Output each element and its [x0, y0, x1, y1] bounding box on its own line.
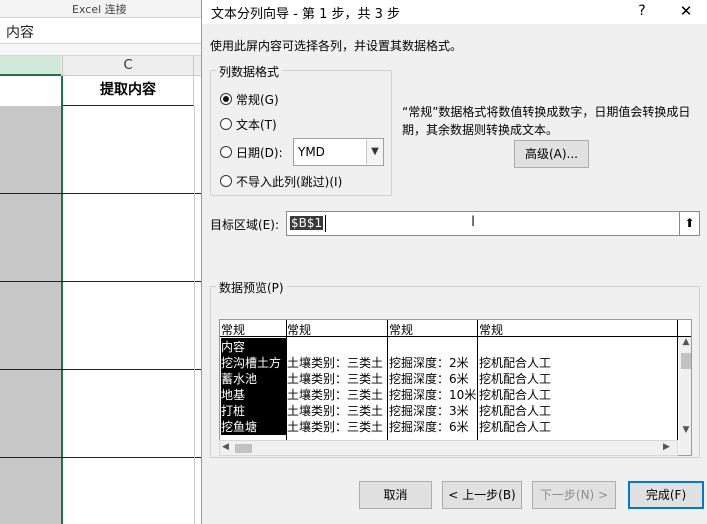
preview-cell: 内容 [221, 338, 286, 355]
radio-general-circle[interactable] [220, 93, 232, 105]
dialog-description: 使用此屏内容可选择各列，并设置其数据格式。 [210, 39, 463, 53]
target-area-value: $B$1 [290, 216, 324, 230]
preview-cell: 挖机配合人工 [479, 356, 552, 370]
radio-general[interactable]: 常规(G) [220, 90, 279, 108]
date-format-value: YMD [298, 145, 325, 159]
cell-b1[interactable] [0, 76, 61, 106]
close-icon[interactable]: ✕ [674, 1, 698, 21]
preview-cell: 挖鱼塘 [221, 418, 286, 435]
preview-header-3[interactable]: 常规 [389, 321, 413, 338]
radio-text[interactable]: 文本(T) [220, 115, 277, 133]
back-button[interactable]: < 上一步(B) [442, 481, 522, 509]
preview-cell: 蓄水池 [221, 370, 286, 387]
target-area-label: 目标区域(E): [210, 218, 279, 232]
formula-bar[interactable]: 内容 [0, 18, 205, 44]
preview-cell: 挖机配合人工 [479, 372, 552, 386]
preview-cell: 土壤类别：三类土 [287, 404, 384, 418]
data-preview-label: 数据预览(P) [216, 279, 287, 296]
preview-row: 地基 土壤类别：三类土 挖掘深度：10米 挖机配合人工 [220, 386, 680, 403]
cell-c1[interactable]: 提取内容 [63, 76, 194, 106]
preview-row: 打桩 土壤类别：三类土 挖掘深度：3米 挖机配合人工 [220, 402, 680, 419]
horizontal-scroll-thumb[interactable] [235, 444, 252, 453]
collapse-dialog-icon[interactable]: ⬆ [680, 211, 700, 236]
dialog-title: 文本分列向导 - 第 1 步，共 3 步 [211, 7, 401, 22]
preview-row: 挖鱼塘 土壤类别：三类土 挖掘深度：6米 挖机配合人工 [220, 418, 680, 435]
excel-band [0, 44, 205, 56]
excel-background: Excel 连接 内容 C 提取内容 [0, 0, 205, 524]
radio-date[interactable]: 日期(D): [220, 143, 283, 161]
scroll-left-icon[interactable]: ◀ [222, 442, 229, 452]
preview-cell: 挖沟槽土方 [221, 354, 286, 371]
preview-header-2[interactable]: 常规 [287, 321, 311, 338]
preview-cell: 挖掘深度：3米 [389, 404, 469, 418]
preview-row: 挖沟槽土方 土壤类别：三类土 挖掘深度：2米 挖机配合人工 [220, 354, 680, 371]
ibeam-cursor-icon: I [471, 214, 476, 230]
scroll-right-icon[interactable]: ▶ [663, 442, 670, 452]
preview-cell: 挖掘深度：10米 [389, 388, 477, 402]
preview-cell: 挖机配合人工 [479, 388, 552, 402]
excel-top-strip-text: Excel 连接 [72, 3, 127, 16]
preview-cell: 挖掘深度：6米 [389, 372, 469, 386]
preview-header-1[interactable]: 常规 [221, 321, 245, 338]
column-format-group-label: 列数据格式 [216, 63, 283, 80]
preview-cell: 土壤类别：三类土 [287, 420, 384, 434]
scroll-down-icon[interactable]: ▼ [679, 425, 691, 439]
formula-bar-text: 内容 [6, 25, 34, 41]
next-button[interactable]: 下一步(N) > [532, 481, 616, 509]
target-area-input[interactable]: $B$1 I [286, 211, 680, 236]
dialog-titlebar: 文本分列向导 - 第 1 步，共 3 步 ? ✕ [202, 0, 707, 24]
preview-header-4[interactable]: 常规 [479, 321, 503, 338]
scroll-up-icon[interactable]: ▲ [679, 337, 691, 351]
radio-date-label: 日期(D): [236, 145, 283, 160]
format-hint: “常规”数据格式将数值转换成数字，日期值会转换成日期，其余数据则转换成文本。 [402, 105, 691, 137]
row-divider [0, 281, 205, 282]
text-caret [325, 215, 326, 232]
preview-cell: 挖机配合人工 [479, 404, 552, 418]
vertical-scroll-thumb[interactable] [681, 353, 691, 369]
preview-horizontal-scrollbar[interactable]: ◀ ▶ [219, 440, 678, 456]
radio-general-label: 常规(G) [236, 92, 279, 107]
row-divider [0, 193, 205, 194]
radio-skip-circle[interactable] [220, 175, 232, 187]
advanced-button[interactable]: 高级(A)... [514, 140, 589, 168]
data-preview-box[interactable]: 常规 常规 常规 常规 内容 挖沟槽土方 土壤类别：三类土 挖掘深度：2米 挖机… [219, 319, 692, 456]
preview-header-row: 常规 常规 常规 常规 [220, 320, 691, 338]
selected-column-b[interactable] [0, 106, 61, 524]
finish-button[interactable]: 完成(F) [628, 481, 704, 509]
row-divider [0, 457, 205, 458]
column-header-c[interactable]: C [62, 56, 194, 76]
radio-skip-label: 不导入此列(跳过)(I) [236, 174, 343, 189]
radio-text-label: 文本(T) [236, 117, 277, 132]
preview-cell: 土壤类别：三类土 [287, 388, 384, 402]
preview-cell: 土壤类别：三类土 [287, 356, 384, 370]
text-to-columns-dialog: 文本分列向导 - 第 1 步，共 3 步 ? ✕ 使用此屏内容可选择各列，并设置… [201, 0, 707, 524]
preview-cell: 挖掘深度：2米 [389, 356, 469, 370]
preview-cell: 土壤类别：三类土 [287, 372, 384, 386]
excel-top-strip: Excel 连接 [0, 0, 205, 18]
column-header-row: C [0, 56, 205, 76]
column-divider [194, 106, 195, 524]
preview-cell: 打桩 [221, 402, 286, 419]
date-format-select[interactable]: YMD ▼ [293, 138, 384, 166]
preview-cell: 挖掘深度：6米 [389, 420, 469, 434]
preview-row: 蓄水池 土壤类别：三类土 挖掘深度：6米 挖机配合人工 [220, 370, 680, 387]
preview-row: 内容 [220, 338, 680, 355]
preview-cell: 挖机配合人工 [479, 420, 552, 434]
radio-date-circle[interactable] [220, 146, 232, 158]
column-header-b[interactable] [0, 56, 61, 76]
help-icon[interactable]: ? [632, 1, 652, 21]
preview-cell: 地基 [221, 386, 286, 403]
radio-skip[interactable]: 不导入此列(跳过)(I) [220, 172, 342, 190]
chevron-down-icon[interactable]: ▼ [366, 140, 383, 164]
preview-vertical-scrollbar[interactable]: ▲ ▼ [679, 337, 691, 455]
row-divider [0, 369, 205, 370]
cancel-button[interactable]: 取消 [359, 481, 432, 509]
radio-text-circle[interactable] [220, 118, 232, 130]
